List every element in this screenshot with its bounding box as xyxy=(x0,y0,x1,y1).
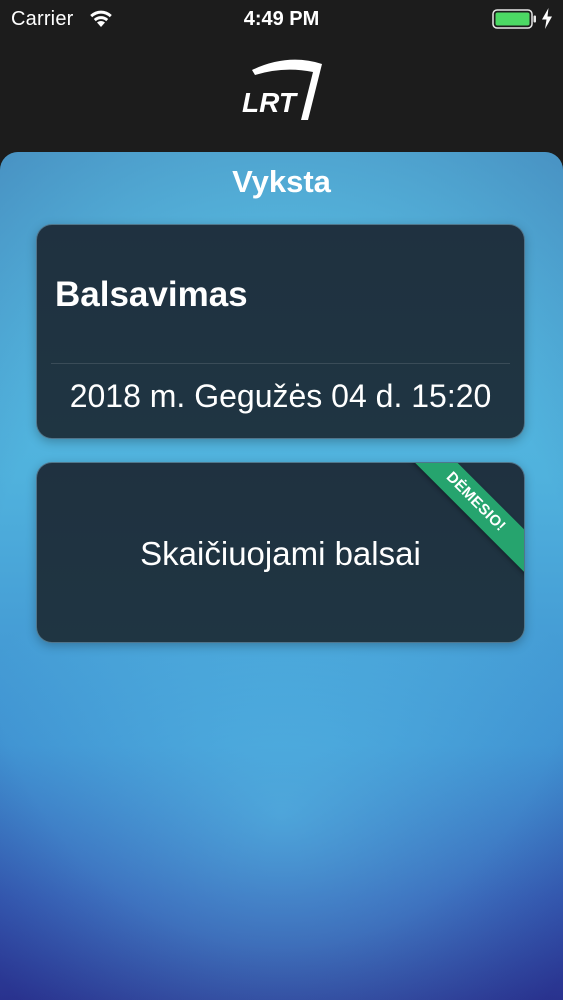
charging-bolt-icon xyxy=(542,8,552,29)
clock: 4:49 PM xyxy=(243,8,320,30)
card-divider xyxy=(51,363,510,364)
card-heading: Balsavimas xyxy=(55,275,248,314)
battery-icon xyxy=(492,9,536,29)
page-title: Vyksta xyxy=(232,164,331,199)
content-panel: Vyksta Balsavimas 2018 m. Gegužės 04 d. … xyxy=(0,152,563,1000)
voting-card[interactable]: Balsavimas 2018 m. Gegužės 04 d. 15:20 xyxy=(36,224,525,439)
card-date: 2018 m. Gegužės 04 d. 15:20 xyxy=(69,378,492,414)
app-header: LRT xyxy=(0,40,563,152)
card-status-text: Skaičiuojami balsai xyxy=(140,535,421,572)
status-bar: Carrier 4:49 PM xyxy=(0,0,563,40)
status-card[interactable]: Skaičiuojami balsai DĖMESIO! xyxy=(36,462,525,643)
lrt-logo: LRT xyxy=(242,59,322,120)
app-screen: Carrier 4:49 PM LRT Vyksta Balsavimas 20… xyxy=(0,0,563,1000)
svg-text:LRT: LRT xyxy=(242,87,299,118)
